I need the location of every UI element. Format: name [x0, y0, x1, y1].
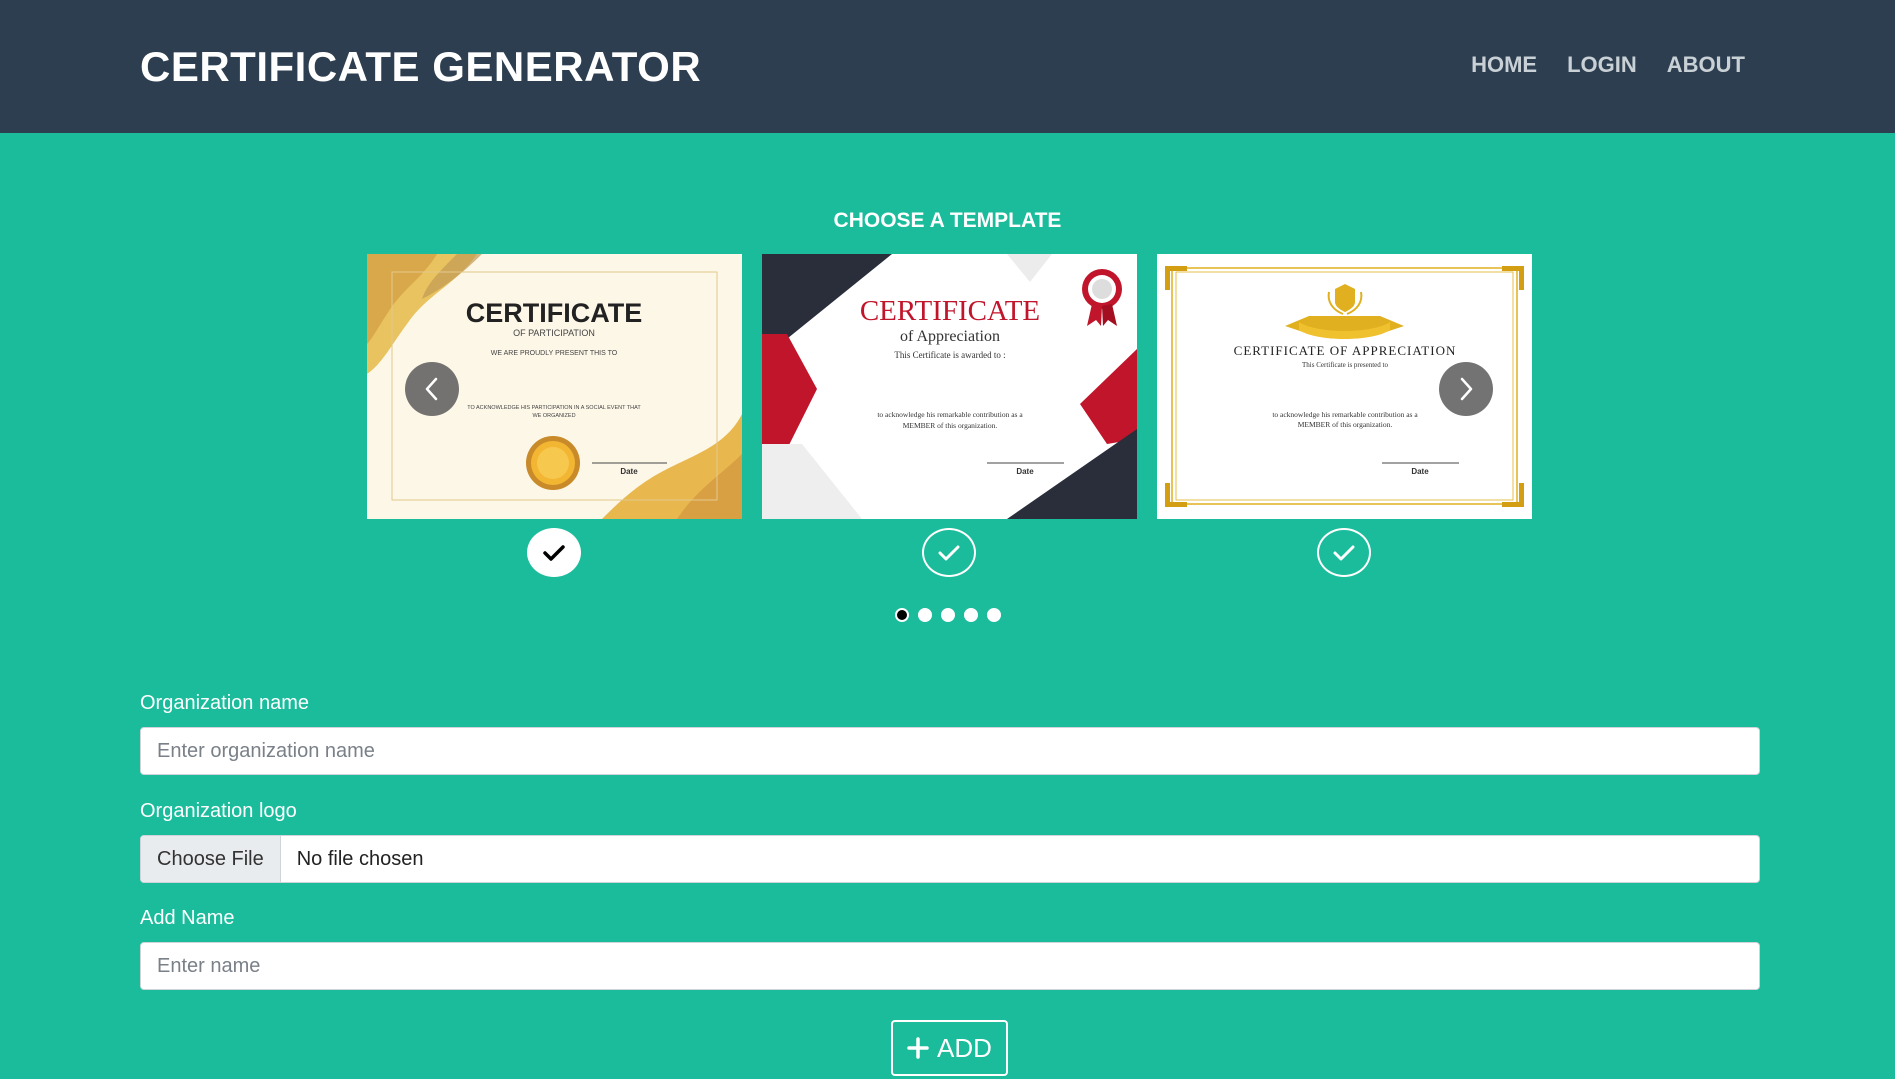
carousel-dot-4[interactable]: [963, 608, 978, 622]
section-title: CHOOSE A TEMPLATE: [833, 209, 1062, 232]
org-name-label: Organization name: [140, 692, 309, 714]
carousel-dot-2[interactable]: [917, 608, 932, 622]
chevron-left-icon: [425, 377, 438, 401]
brand-title[interactable]: CERTIFICATE GENERATOR: [140, 43, 701, 91]
check-icon: [1333, 545, 1355, 560]
select-template-1-button[interactable]: [527, 528, 581, 577]
card3-title: CERTIFICATE OF APPRECIATION: [1234, 343, 1457, 358]
nav-login[interactable]: LOGIN: [1567, 52, 1637, 78]
carousel-prev-button[interactable]: [405, 362, 459, 416]
card1-body2: WE ORGANIZED: [532, 413, 575, 419]
card3-body2: MEMBER of this organization.: [1298, 420, 1393, 429]
navbar: CERTIFICATE GENERATOR HOME LOGIN ABOUT: [0, 0, 1895, 133]
chevron-right-icon: [1460, 377, 1473, 401]
org-logo-label: Organization logo: [140, 800, 297, 822]
card3-line1: This Certificate is presented to: [1302, 361, 1388, 369]
card1-body1: TO ACKNOWLEDGE HIS PARTICIPATION IN A SO…: [467, 405, 641, 411]
carousel-dot-5[interactable]: [986, 608, 1001, 622]
add-name-label: Add Name: [140, 907, 235, 929]
check-icon: [543, 544, 565, 561]
template-carousel: CERTIFICATE OF PARTICIPATION WE ARE PROU…: [367, 254, 1532, 584]
check-icon: [938, 545, 960, 560]
card3-date: Date: [1411, 467, 1429, 476]
card3-body1: to acknowledge his remarkable contributi…: [1272, 410, 1418, 419]
add-name-input[interactable]: [140, 942, 1760, 990]
nav-home[interactable]: HOME: [1471, 52, 1537, 78]
add-button[interactable]: ADD: [891, 1020, 1008, 1076]
card1-date: Date: [620, 467, 638, 476]
nav-links: HOME LOGIN ABOUT: [1471, 52, 1745, 78]
nav-about[interactable]: ABOUT: [1667, 52, 1745, 78]
carousel-dot-1[interactable]: [894, 608, 909, 622]
file-status-text: No file chosen: [296, 847, 424, 870]
org-logo-file-input[interactable]: Choose File No file chosen: [140, 835, 1760, 883]
card2-title: CERTIFICATE: [860, 295, 1040, 327]
add-button-label: ADD: [937, 1032, 992, 1063]
card1-line1: WE ARE PROUDLY PRESENT THIS TO: [491, 350, 618, 357]
template-card-appreciation-red[interactable]: CERTIFICATE of Appreciation This Certifi…: [762, 254, 1137, 519]
plus-icon: [907, 1037, 929, 1059]
org-name-input[interactable]: [140, 727, 1760, 775]
choose-file-button[interactable]: Choose File: [141, 836, 281, 882]
card2-body1: to acknowledge his remarkable contributi…: [877, 410, 1023, 419]
select-template-3-button[interactable]: [1317, 528, 1371, 577]
select-template-2-button[interactable]: [922, 528, 976, 577]
carousel-next-button[interactable]: [1439, 362, 1493, 416]
card2-subtitle: of Appreciation: [900, 328, 1000, 345]
card2-line1: This Certificate is awarded to :: [894, 350, 1005, 360]
template-image-appreciation-red: CERTIFICATE of Appreciation This Certifi…: [762, 254, 1137, 519]
card1-subtitle: OF PARTICIPATION: [513, 328, 595, 338]
carousel-indicators: [0, 608, 1895, 622]
card1-title: CERTIFICATE: [466, 298, 643, 328]
card2-date: Date: [1016, 467, 1034, 476]
carousel-dot-3[interactable]: [940, 608, 955, 622]
card2-body2: MEMBER of this organization.: [903, 421, 998, 430]
